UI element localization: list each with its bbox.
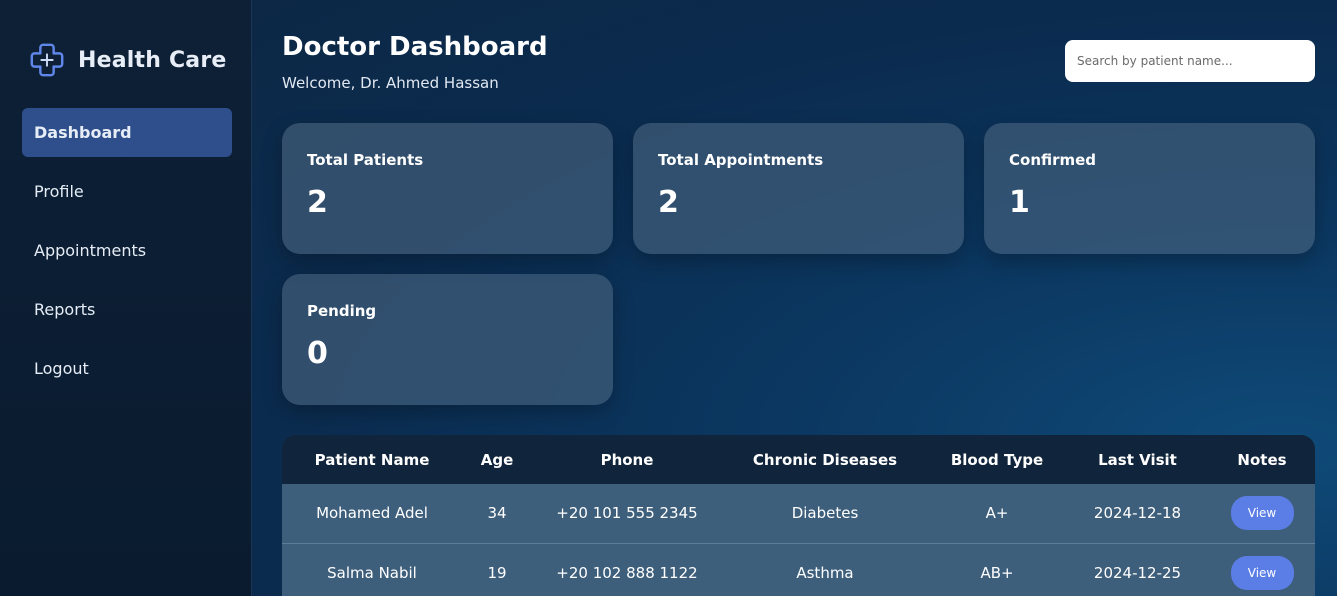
stat-value: 0 [307, 336, 328, 371]
stat-label: Total Appointments [658, 151, 824, 169]
cell-age: 34 [487, 504, 507, 523]
page-header: Doctor Dashboard Welcome, Dr. Ahmed Hass… [282, 32, 548, 92]
cell-blood-type: A+ [985, 504, 1009, 523]
stat-label: Confirmed [1009, 151, 1097, 169]
stat-card-confirmed: Confirmed 1 [984, 123, 1315, 254]
cell-patient-name: Mohamed Adel [316, 504, 428, 523]
patients-table-container: Patient Name Age Phone Chronic Diseases … [282, 435, 1315, 596]
cell-last-visit: 2024-12-18 [1093, 504, 1182, 523]
main-content: Doctor Dashboard Welcome, Dr. Ahmed Hass… [252, 0, 1337, 596]
stat-value: 2 [307, 185, 328, 220]
stat-card-pending: Pending 0 [282, 274, 613, 405]
table-header-row: Patient Name Age Phone Chronic Diseases … [282, 435, 1315, 484]
cell-phone: +20 101 555 2345 [556, 504, 698, 523]
column-header-blood-type[interactable]: Blood Type [928, 435, 1066, 484]
sidebar-item-reports[interactable]: Reports [22, 285, 232, 334]
column-header-last-visit[interactable]: Last Visit [1066, 435, 1209, 484]
stat-label: Total Patients [307, 151, 424, 169]
medical-cross-icon [30, 43, 64, 77]
cell-chronic-diseases: Diabetes [791, 504, 859, 523]
column-header-notes[interactable]: Notes [1209, 435, 1315, 484]
column-header-phone[interactable]: Phone [532, 435, 722, 484]
table-row[interactable]: Mohamed Adel 34 +20 101 555 2345 Diabete… [282, 484, 1315, 543]
stat-value: 2 [658, 185, 679, 220]
cell-patient-name: Salma Nabil [327, 563, 417, 582]
cell-blood-type: AB+ [980, 563, 1014, 582]
stat-card-total-patients: Total Patients 2 [282, 123, 613, 254]
sidebar: Health Care Dashboard Profile Appointmen… [0, 0, 252, 596]
sidebar-item-profile[interactable]: Profile [22, 167, 232, 216]
column-header-age[interactable]: Age [462, 435, 532, 484]
view-notes-button[interactable]: View [1230, 555, 1294, 590]
cell-phone: +20 102 888 1122 [556, 563, 698, 582]
welcome-text: Welcome, Dr. Ahmed Hassan [282, 74, 499, 92]
brand-name: Health Care [78, 47, 227, 73]
cell-age: 19 [487, 563, 507, 582]
sidebar-item-dashboard[interactable]: Dashboard [22, 108, 232, 157]
sidebar-item-appointments[interactable]: Appointments [22, 226, 232, 275]
stat-value: 1 [1009, 185, 1030, 220]
cell-chronic-diseases: Asthma [796, 563, 854, 582]
cell-notes: View [1209, 484, 1315, 543]
stat-card-total-appointments: Total Appointments 2 [633, 123, 964, 254]
patients-table: Patient Name Age Phone Chronic Diseases … [282, 435, 1315, 596]
page-title: Doctor Dashboard [282, 32, 548, 62]
table-row[interactable]: Salma Nabil 19 +20 102 888 1122 Asthma A… [282, 543, 1315, 596]
column-header-patient-name[interactable]: Patient Name [282, 435, 462, 484]
cell-last-visit: 2024-12-25 [1093, 563, 1182, 582]
app-root: Health Care Dashboard Profile Appointmen… [0, 0, 1337, 596]
sidebar-nav: Dashboard Profile Appointments Reports L… [0, 108, 251, 393]
brand[interactable]: Health Care [0, 40, 251, 80]
search-input[interactable] [1065, 40, 1315, 82]
cell-notes: View [1209, 543, 1315, 596]
column-header-chronic-diseases[interactable]: Chronic Diseases [722, 435, 928, 484]
sidebar-item-logout[interactable]: Logout [22, 344, 232, 393]
stat-label: Pending [307, 302, 377, 320]
view-notes-button[interactable]: View [1230, 496, 1294, 531]
